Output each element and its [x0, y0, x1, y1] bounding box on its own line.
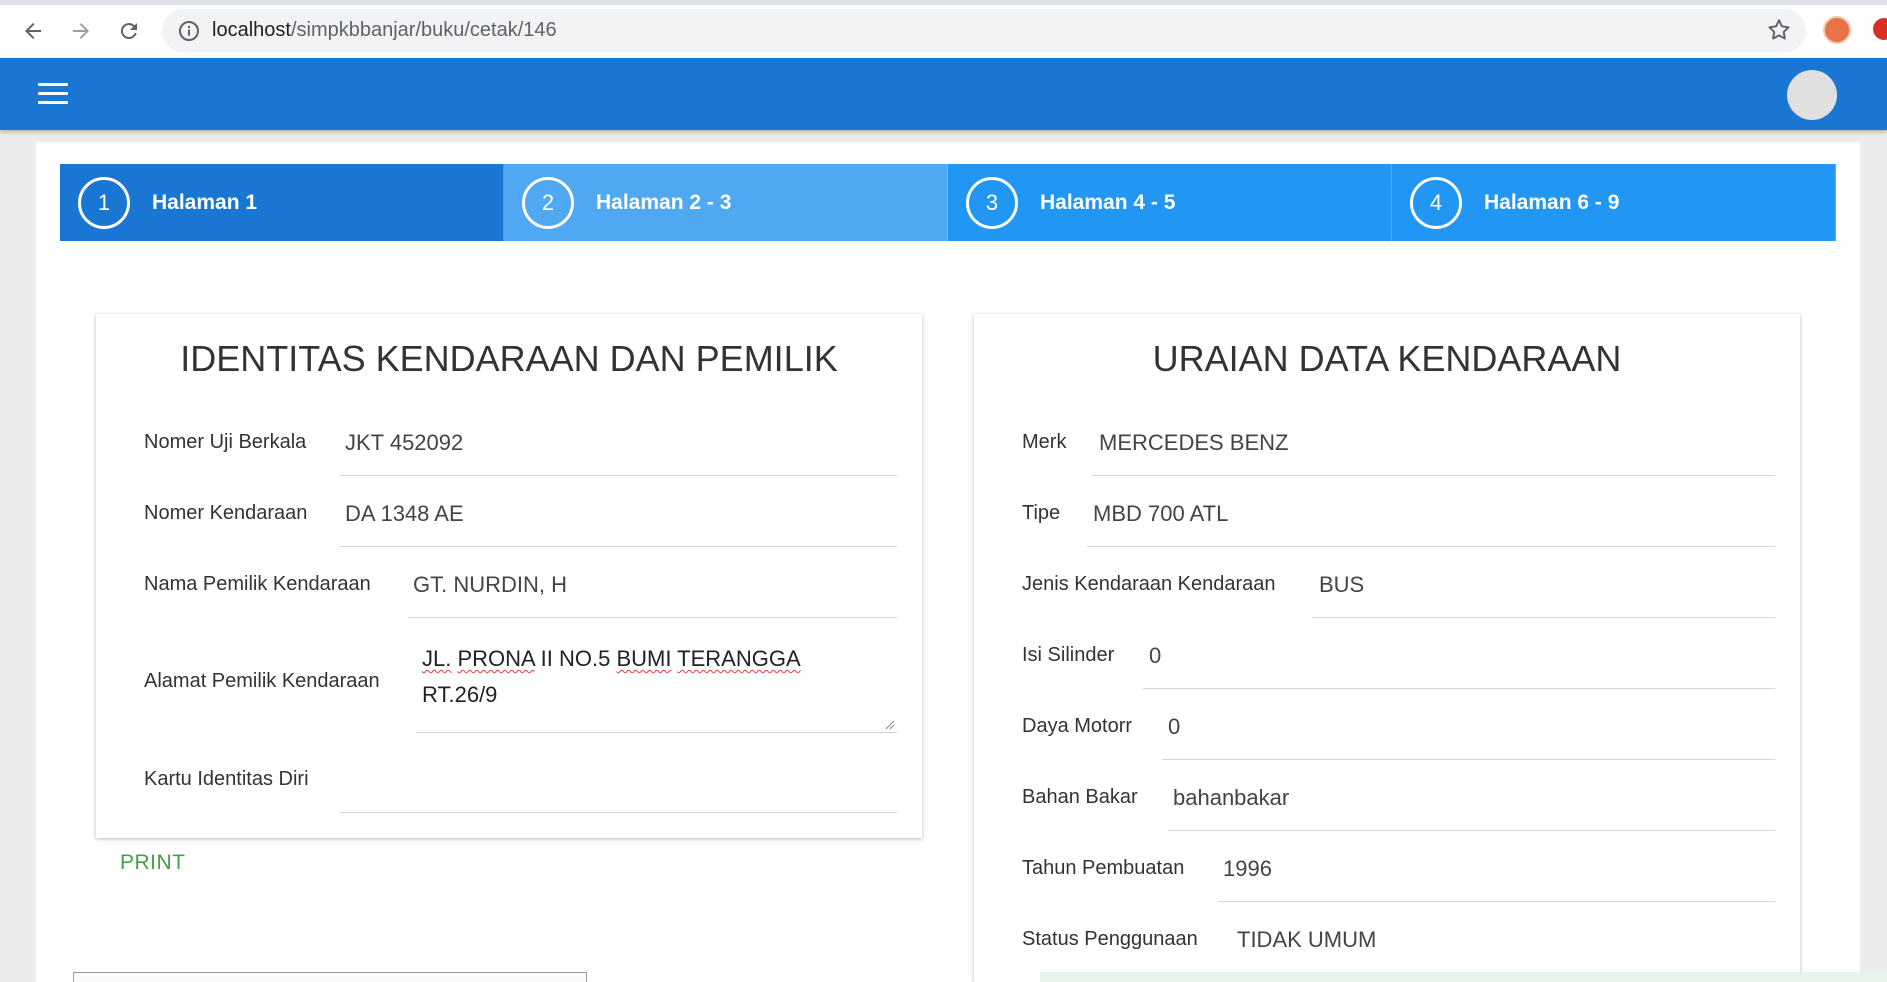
bahan-bakar-field[interactable]: bahanbakar [1173, 785, 1289, 811]
kartu-identitas-label: Kartu Identitas Diri [144, 768, 309, 790]
nomer-kendaraan-field[interactable]: DA 1348 AE [345, 501, 464, 527]
daya-motor-field[interactable]: 0 [1168, 714, 1180, 740]
alamat-pemilik-label: Alamat Pemilik Kendaraan [144, 670, 380, 692]
reload-icon[interactable] [112, 14, 146, 48]
step-number: 1 [78, 176, 130, 229]
tab-strip [0, 0, 1887, 5]
bahan-bakar-underline [1168, 830, 1775, 831]
nama-pemilik-underline [408, 617, 897, 618]
step-label: Halaman 4 - 5 [1040, 190, 1176, 214]
hamburger-menu-icon[interactable] [38, 83, 68, 105]
identity-panel-title: IDENTITAS KENDARAAN DAN PEMILIK [180, 338, 838, 379]
isi-silinder-field[interactable]: 0 [1149, 643, 1161, 669]
url-text: localhost/simpkbbanjar/buku/cetak/146 [212, 19, 557, 42]
step-number: 4 [1410, 176, 1462, 229]
step-label: Halaman 1 [152, 190, 258, 214]
alamat-word: BUMI [616, 646, 672, 671]
browser-toolbar: localhost/simpkbbanjar/buku/cetak/146 [0, 0, 1887, 58]
tipe-label: Tipe [1022, 502, 1061, 524]
alamat-word: II NO.5 [540, 646, 611, 671]
url-path: /simpkbbanjar/buku/cetak/146 [290, 19, 557, 41]
alamat-word: PRONA [457, 646, 535, 671]
step-halaman-6-9[interactable]: 4 Halaman 6 - 9 [1392, 164, 1836, 241]
app-header [0, 58, 1887, 130]
nomer-kendaraan-label: Nomer Kendaraan [144, 502, 308, 524]
step-number: 3 [966, 176, 1018, 229]
tipe-underline [1087, 546, 1775, 547]
nama-pemilik-label: Nama Pemilik Kendaraan [144, 573, 371, 595]
page-steps: 1 Halaman 1 2 Halaman 2 - 3 3 Halaman 4 … [60, 164, 1836, 241]
daya-motor-underline [1162, 759, 1775, 760]
bahan-bakar-label: Bahan Bakar [1022, 786, 1138, 808]
nomer-uji-field[interactable]: JKT 452092 [345, 430, 463, 456]
merk-underline [1092, 475, 1775, 476]
nomer-uji-underline [340, 475, 897, 476]
isi-silinder-label: Isi Silinder [1022, 644, 1115, 666]
step-halaman-1[interactable]: 1 Halaman 1 [60, 164, 504, 241]
status-penggunaan-label: Status Penggunaan [1022, 928, 1198, 950]
vehicle-panel-title: URAIAN DATA KENDARAAN [1152, 338, 1622, 379]
isi-silinder-underline [1143, 688, 1775, 689]
step-label: Halaman 6 - 9 [1484, 190, 1620, 214]
step-halaman-4-5[interactable]: 3 Halaman 4 - 5 [948, 164, 1392, 241]
jenis-underline [1312, 617, 1775, 618]
bookmark-star-icon[interactable] [1766, 17, 1792, 48]
kartu-identitas-underline [340, 812, 897, 813]
step-label: Halaman 2 - 3 [596, 190, 732, 214]
tahun-pembuatan-label: Tahun Pembuatan [1022, 857, 1185, 879]
status-penggunaan-field[interactable]: TIDAK UMUM [1237, 927, 1376, 953]
extension-badge-icon[interactable] [1873, 18, 1887, 40]
merk-field[interactable]: MERCEDES BENZ [1099, 430, 1288, 456]
daya-motor-label: Daya Motorr [1022, 715, 1133, 737]
info-icon[interactable] [178, 20, 200, 47]
download-shelf [1040, 972, 1887, 982]
merk-label: Merk [1022, 431, 1067, 453]
download-shelf-item[interactable] [73, 972, 587, 982]
nama-pemilik-field[interactable]: GT. NURDIN, H [413, 572, 567, 598]
print-button[interactable]: PRINT [120, 851, 186, 875]
url-host: localhost [212, 19, 291, 41]
tahun-pembuatan-underline [1218, 901, 1775, 902]
nomer-kendaraan-underline [340, 546, 897, 547]
resize-grip-icon[interactable] [885, 720, 895, 730]
alamat-line-2: RT.26/9 [422, 682, 498, 707]
step-number: 2 [522, 176, 574, 229]
tahun-pembuatan-field[interactable]: 1996 [1223, 856, 1272, 882]
back-icon[interactable] [16, 14, 50, 48]
alamat-word: TERANGGA [677, 646, 801, 671]
forward-icon[interactable] [64, 14, 98, 48]
nomer-uji-label: Nomer Uji Berkala [144, 431, 307, 453]
user-avatar[interactable] [1787, 70, 1837, 120]
alamat-pemilik-textarea[interactable]: JL. PRONA II NO.5 BUMI TERANGGA RT.26/9 [416, 641, 897, 733]
step-halaman-2-3[interactable]: 2 Halaman 2 - 3 [504, 164, 948, 241]
jenis-field[interactable]: BUS [1319, 572, 1364, 598]
profile-avatar[interactable] [1823, 16, 1851, 44]
tipe-field[interactable]: MBD 700 ATL [1093, 501, 1228, 527]
alamat-word: JL. [422, 646, 452, 671]
address-bar[interactable]: localhost/simpkbbanjar/buku/cetak/146 [162, 9, 1806, 52]
jenis-label: Jenis Kendaraan Kendaraan [1022, 573, 1276, 595]
